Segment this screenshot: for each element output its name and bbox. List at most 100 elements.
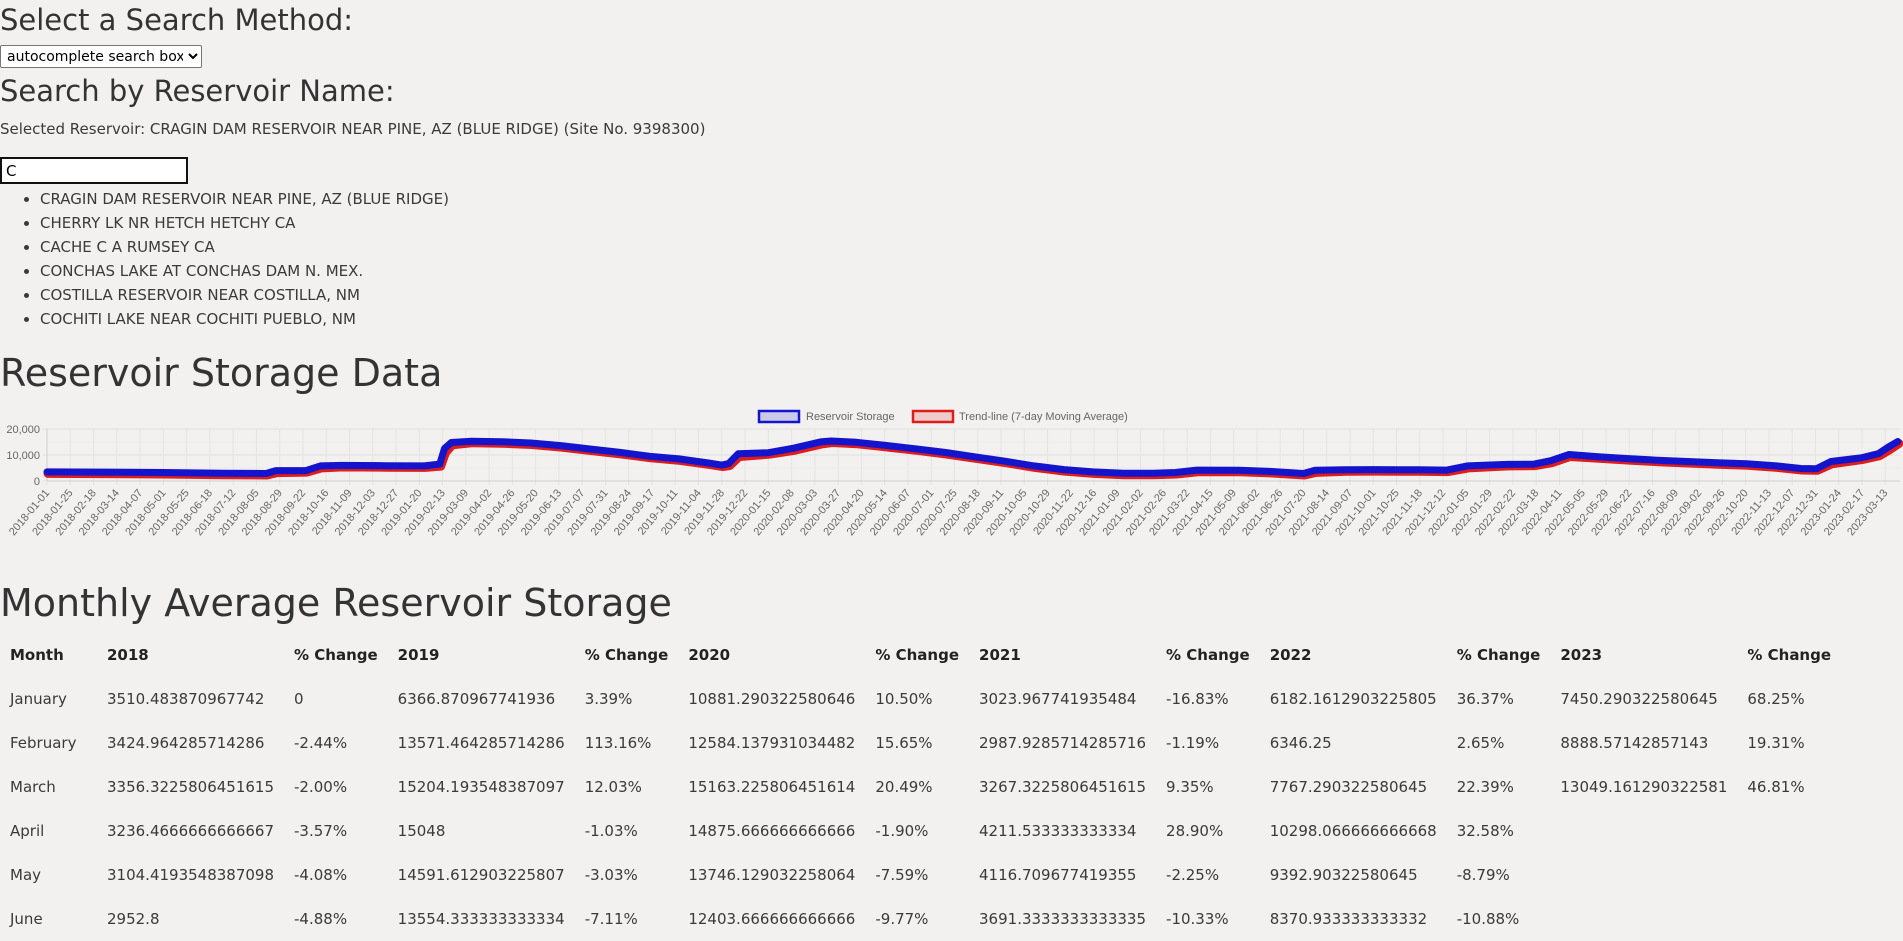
- table-cell: 2952.8: [107, 910, 160, 928]
- monthly-average-heading: Monthly Average Reservoir Storage: [0, 581, 672, 625]
- table-cell: -7.11%: [584, 910, 638, 928]
- suggestion-item[interactable]: CONCHAS LAKE AT CONCHAS DAM N. MEX.: [40, 259, 449, 283]
- y-tick-label: 10,000: [6, 450, 40, 462]
- table-cell: -1.19%: [1166, 734, 1220, 752]
- legend-label-trend[interactable]: Trend-line (7-day Moving Average): [959, 411, 1128, 423]
- table-cell: 0: [294, 690, 304, 708]
- table-cell: 13746.129032258064: [688, 866, 856, 884]
- table-cell: -9.77%: [875, 910, 929, 928]
- suggestion-item[interactable]: COCHITI LAKE NEAR COCHITI PUEBLO, NM: [40, 307, 449, 331]
- table-cell: [1550, 897, 1737, 941]
- table-cell: 10.50%: [875, 690, 933, 708]
- table-row: June 2952.8 -4.88% 13554.333333333334 -7.11%…: [0, 897, 1841, 941]
- table-cell: -8.79%: [1456, 866, 1510, 884]
- table-cell: January: [10, 690, 67, 708]
- table-cell: -1.03%: [584, 822, 638, 840]
- table-cell: 13049.161290322581: [1560, 778, 1728, 796]
- table-header-row: Month 2018 % Change 2019 % Change 2020 % Chang…: [0, 633, 1841, 677]
- table-row: March 3356.3225806451615 -2.00% 15204.19354…: [0, 765, 1841, 809]
- plot-area: [43, 437, 1903, 480]
- table-cell: 7767.290322580645: [1269, 778, 1428, 796]
- table-cell: 6366.870967741936: [397, 690, 556, 708]
- table-cell: 19.31%: [1747, 734, 1805, 752]
- legend-swatch-trend[interactable]: [911, 409, 955, 424]
- table-cell: 6346.25: [1269, 734, 1332, 752]
- table-cell: -10.88%: [1456, 910, 1520, 928]
- column-header: 2018: [107, 646, 149, 664]
- table-cell: 46.81%: [1747, 778, 1805, 796]
- table-cell: 2.65%: [1456, 734, 1505, 752]
- table-cell: -2.25%: [1166, 866, 1220, 884]
- suggestion-item[interactable]: CACHE C A RUMSEY CA: [40, 235, 449, 259]
- column-header: % Change: [1747, 646, 1832, 664]
- table-cell: 36.37%: [1456, 690, 1514, 708]
- x-axis: 2018-01-012018-01-252018-02-182018-03-14…: [7, 480, 1900, 538]
- table-cell: 6182.1612903225805: [1269, 690, 1437, 708]
- table-cell: -3.57%: [294, 822, 348, 840]
- table-cell: May: [10, 866, 42, 884]
- table-cell: 3356.3225806451615: [107, 778, 275, 796]
- table-cell: 3104.4193548387098: [107, 866, 275, 884]
- y-tick-label: 20,000: [6, 424, 40, 436]
- table-cell: April: [10, 822, 45, 840]
- table-cell: 10881.290322580646: [688, 690, 856, 708]
- table-cell: 7450.290322580645: [1560, 690, 1718, 708]
- table-cell: 4116.709677419355: [979, 866, 1137, 884]
- table-cell: 8370.933333333332: [1269, 910, 1428, 928]
- table-cell: 3267.3225806451615: [979, 778, 1147, 796]
- column-header: 2022: [1269, 646, 1312, 664]
- table-cell: 28.90%: [1166, 822, 1224, 840]
- table-cell: 15048: [397, 822, 446, 840]
- monthly-average-table: Month 2018 % Change 2019 % Change 2020 % Chang…: [0, 633, 1841, 941]
- reservoir-search-input[interactable]: [0, 157, 188, 184]
- table-cell: 4211.533333333334: [979, 822, 1137, 840]
- table-cell: February: [10, 734, 77, 752]
- column-header: % Change: [294, 646, 378, 664]
- column-header: % Change: [1456, 646, 1541, 664]
- table-cell: [1737, 853, 1841, 897]
- legend-label-storage[interactable]: Reservoir Storage: [806, 411, 895, 423]
- table-cell: 10298.066666666668: [1269, 822, 1437, 840]
- table-cell: 14591.612903225807: [397, 866, 565, 884]
- series-line-storage: [43, 437, 1902, 477]
- table-cell: 12.03%: [584, 778, 642, 796]
- table-cell: -1.90%: [875, 822, 929, 840]
- column-header: % Change: [584, 646, 669, 664]
- column-header: % Change: [875, 646, 960, 664]
- column-header: 2021: [979, 646, 1021, 664]
- table-cell: -16.83%: [1166, 690, 1229, 708]
- table-cell: [1550, 809, 1737, 853]
- table-cell: 9.35%: [1166, 778, 1214, 796]
- column-header: % Change: [1166, 646, 1250, 664]
- legend-swatch-storage[interactable]: [757, 409, 801, 424]
- storage-chart: Reservoir Storage Trend-line (7-day Movi…: [6, 409, 1903, 538]
- table-cell: 20.49%: [875, 778, 933, 796]
- table-cell: 3691.3333333333335: [979, 910, 1147, 928]
- selected-reservoir-text: Selected Reservoir: CRAGIN DAM RESERVOIR…: [0, 120, 706, 138]
- table-cell: 9392.90322580645: [1269, 866, 1418, 884]
- table-cell: 32.58%: [1456, 822, 1514, 840]
- table-cell: 8888.57142857143: [1560, 734, 1709, 752]
- suggestion-item[interactable]: CRAGIN DAM RESERVOIR NEAR PINE, AZ (BLUE…: [40, 187, 449, 211]
- search-by-name-heading: Search by Reservoir Name:: [0, 74, 395, 108]
- table-row: January 3510.483870967742 0 6366.8709677419…: [0, 677, 1841, 721]
- column-header: 2020: [688, 646, 731, 664]
- table-row: April 3236.4666666666667 -3.57% 15048 -1.03%…: [0, 809, 1841, 853]
- table-cell: 15.65%: [875, 734, 933, 752]
- storage-data-heading: Reservoir Storage Data: [0, 351, 443, 395]
- column-header: 2019: [397, 646, 440, 664]
- table-cell: 13571.464285714286: [397, 734, 565, 752]
- table-cell: 113.16%: [584, 734, 652, 752]
- table-cell: 2987.9285714285716: [979, 734, 1147, 752]
- suggestion-item[interactable]: COSTILLA RESERVOIR NEAR COSTILLA, NM: [40, 283, 449, 307]
- table-cell: 15163.225806451614: [688, 778, 856, 796]
- table-cell: 3510.483870967742: [107, 690, 265, 708]
- table-cell: -4.08%: [294, 866, 348, 884]
- table-cell: 3.39%: [584, 690, 633, 708]
- table-row: February 3424.964285714286 -2.44% 13571.464…: [0, 721, 1841, 765]
- column-header: 2023: [1560, 646, 1603, 664]
- table-cell: -2.44%: [294, 734, 348, 752]
- suggestion-item[interactable]: CHERRY LK NR HETCH HETCHY CA: [40, 211, 449, 235]
- table-cell: 3424.964285714286: [107, 734, 265, 752]
- search-method-select[interactable]: autocomplete search box: [0, 45, 202, 68]
